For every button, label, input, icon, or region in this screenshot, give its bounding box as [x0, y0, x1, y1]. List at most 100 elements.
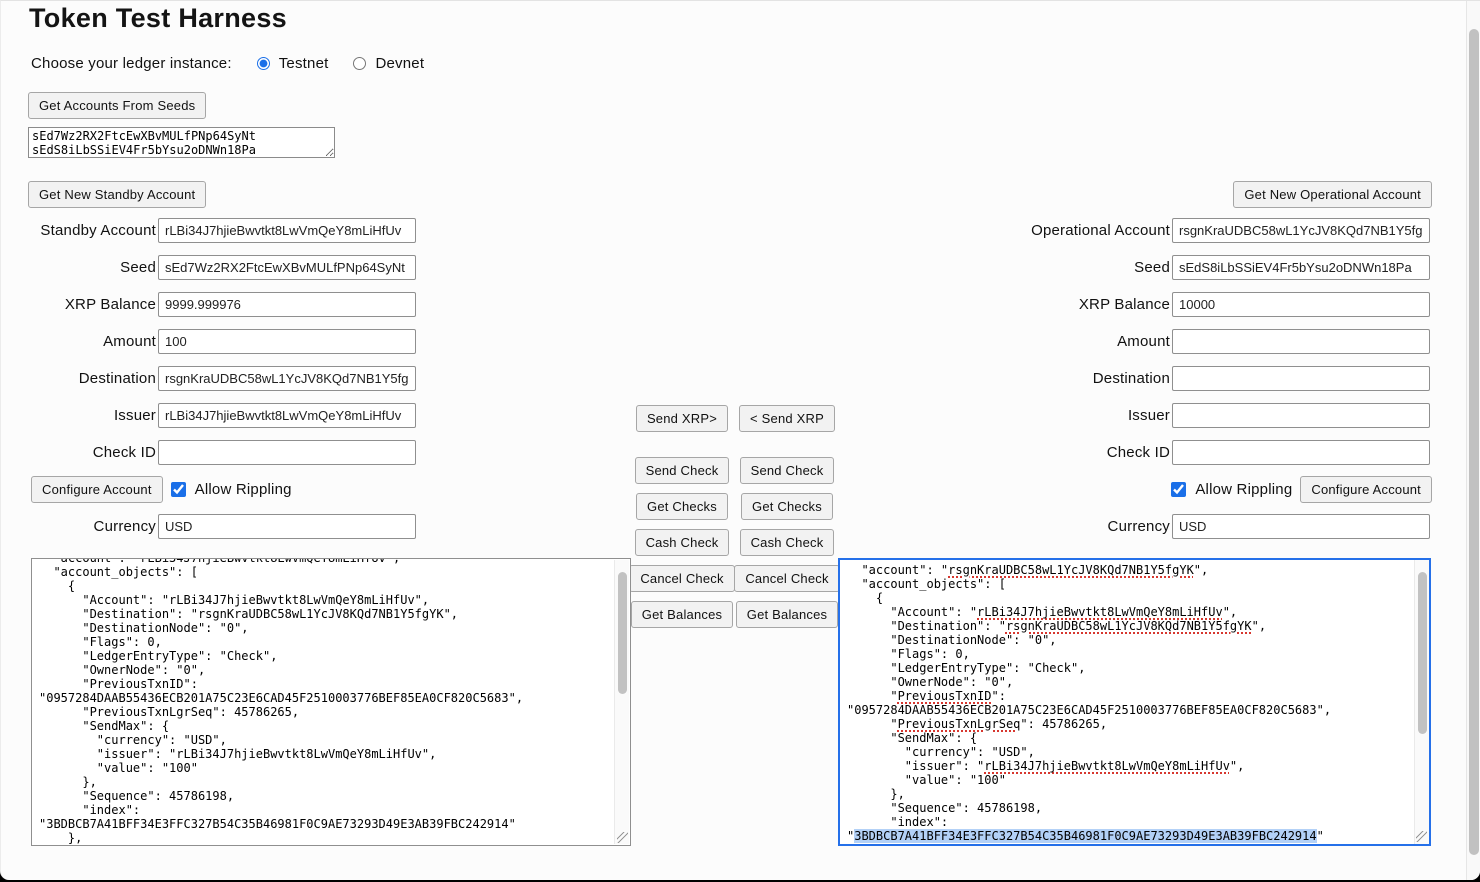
operational-column: Operational Account Seed XRP Balance Amo… — [938, 218, 1432, 551]
standby-result-textarea[interactable]: "account": "rLBi34J7hjieBwvtkt8LwVmQeY8m… — [31, 558, 631, 846]
standby-allow-rippling-checkbox[interactable] — [171, 482, 186, 497]
standby-result-scrollbar[interactable] — [614, 560, 629, 844]
operational-actions-column: < Send XRP Send Check Get Checks Cash Ch… — [737, 405, 837, 628]
standby-xrp-balance-input[interactable] — [158, 292, 416, 317]
operational-allow-rippling-label: Allow Rippling — [1195, 481, 1292, 498]
standby-check-id-label: Check ID — [28, 444, 158, 461]
standby-amount-input[interactable] — [158, 329, 416, 354]
ledger-devnet-label: Devnet — [375, 55, 424, 72]
operational-currency-row: Currency — [938, 514, 1432, 539]
operational-xrp-balance-label: XRP Balance — [938, 296, 1172, 313]
operational-result-textarea[interactable]: "account": "rsgnKraUDBC58wL1YcJV8KQd7NB1… — [838, 558, 1431, 846]
page-scrollbar-thumb[interactable] — [1469, 29, 1479, 855]
standby-currency-row: Currency — [28, 514, 418, 539]
standby-get-balances-button[interactable]: Get Balances — [631, 601, 733, 628]
operational-currency-label: Currency — [938, 518, 1172, 535]
resize-handle-icon[interactable] — [617, 832, 628, 843]
operational-seed-input[interactable] — [1172, 255, 1430, 280]
operational-check-id-row: Check ID — [938, 440, 1432, 465]
operational-amount-row: Amount — [938, 329, 1432, 354]
seeds-textarea[interactable]: sEd7Wz2RX2FtcEwXBvMULfPNp64SyNt sEdS8iLb… — [28, 127, 335, 158]
operational-allow-rippling-checkbox[interactable] — [1171, 482, 1186, 497]
operational-configure-account-button[interactable]: Configure Account — [1300, 476, 1432, 503]
operational-cancel-check-button[interactable]: Cancel Check — [734, 565, 839, 592]
operational-send-check-button[interactable]: Send Check — [740, 457, 835, 484]
operational-allow-rippling[interactable]: Allow Rippling — [1171, 481, 1292, 498]
standby-configure-account-button[interactable]: Configure Account — [31, 476, 163, 503]
operational-destination-row: Destination — [938, 366, 1432, 391]
operational-result-scrollbar-thumb[interactable] — [1418, 572, 1427, 734]
operational-check-id-input[interactable] — [1172, 440, 1430, 465]
operational-issuer-row: Issuer — [938, 403, 1432, 428]
operational-configure-row: Allow Rippling Configure Account — [938, 477, 1432, 502]
operational-get-checks-button[interactable]: Get Checks — [741, 493, 833, 520]
standby-xrp-balance-label: XRP Balance — [28, 296, 158, 313]
operational-currency-input[interactable] — [1172, 514, 1430, 539]
standby-configure-row: Configure Account Allow Rippling — [28, 477, 418, 502]
ledger-testnet-label: Testnet — [279, 55, 329, 72]
standby-get-checks-button[interactable]: Get Checks — [636, 493, 728, 520]
standby-issuer-input[interactable] — [158, 403, 416, 428]
standby-actions-column: Send XRP> Send Check Get Checks Cash Che… — [632, 405, 732, 628]
operational-check-id-label: Check ID — [938, 444, 1172, 461]
standby-send-xrp-button[interactable]: Send XRP> — [636, 405, 728, 432]
operational-xrp-balance-input[interactable] — [1172, 292, 1430, 317]
standby-currency-input[interactable] — [158, 514, 416, 539]
standby-allow-rippling-label: Allow Rippling — [195, 481, 292, 498]
standby-issuer-row: Issuer — [28, 403, 418, 428]
ledger-devnet-radio[interactable] — [353, 57, 366, 70]
standby-seed-input[interactable] — [158, 255, 416, 280]
page-title: Token Test Harness — [29, 3, 287, 34]
operational-seed-row: Seed — [938, 255, 1432, 280]
standby-amount-row: Amount — [28, 329, 418, 354]
get-accounts-from-seeds-button[interactable]: Get Accounts From Seeds — [28, 92, 206, 119]
ledger-option-testnet[interactable]: Testnet — [257, 55, 329, 72]
operational-destination-input[interactable] — [1172, 366, 1430, 391]
standby-account-label: Standby Account — [28, 222, 158, 239]
standby-account-input[interactable] — [158, 218, 416, 243]
resize-handle-icon[interactable] — [1416, 831, 1427, 842]
operational-account-label: Operational Account — [938, 222, 1172, 239]
operational-result-scrollbar[interactable] — [1414, 560, 1429, 844]
standby-xrp-balance-row: XRP Balance — [28, 292, 418, 317]
operational-get-balances-button[interactable]: Get Balances — [736, 601, 838, 628]
standby-send-check-button[interactable]: Send Check — [635, 457, 730, 484]
operational-xrp-balance-row: XRP Balance — [938, 292, 1432, 317]
standby-result-scrollbar-thumb[interactable] — [618, 572, 627, 694]
operational-cash-check-button[interactable]: Cash Check — [740, 529, 835, 556]
page-scrollbar[interactable] — [1466, 1, 1480, 880]
get-new-operational-account-button[interactable]: Get New Operational Account — [1233, 181, 1432, 208]
operational-account-input[interactable] — [1172, 218, 1430, 243]
ledger-option-devnet[interactable]: Devnet — [353, 55, 424, 72]
standby-seed-row: Seed — [28, 255, 418, 280]
standby-issuer-label: Issuer — [28, 407, 158, 424]
operational-send-xrp-button[interactable]: < Send XRP — [739, 405, 835, 432]
standby-allow-rippling[interactable]: Allow Rippling — [171, 481, 292, 498]
operational-result-json: "account": "rsgnKraUDBC58wL1YcJV8KQd7NB1… — [840, 563, 1413, 846]
standby-destination-row: Destination — [28, 366, 418, 391]
ledger-testnet-radio[interactable] — [257, 57, 270, 70]
standby-destination-input[interactable] — [158, 366, 416, 391]
standby-cancel-check-button[interactable]: Cancel Check — [629, 565, 734, 592]
operational-issuer-input[interactable] — [1172, 403, 1430, 428]
get-new-standby-account-button[interactable]: Get New Standby Account — [28, 181, 206, 208]
standby-account-row: Standby Account — [28, 218, 418, 243]
operational-destination-label: Destination — [938, 370, 1172, 387]
standby-column: Standby Account Seed XRP Balance Amount … — [28, 218, 418, 551]
standby-check-id-input[interactable] — [158, 440, 416, 465]
operational-amount-input[interactable] — [1172, 329, 1430, 354]
operational-account-row: Operational Account — [938, 218, 1432, 243]
ledger-instance-row: Choose your ledger instance: Testnet Dev… — [31, 53, 449, 73]
standby-currency-label: Currency — [28, 518, 158, 535]
standby-amount-label: Amount — [28, 333, 158, 350]
operational-amount-label: Amount — [938, 333, 1172, 350]
standby-result-json: "account": "rLBi34J7hjieBwvtkt8LwVmQeY8m… — [32, 558, 614, 845]
standby-cash-check-button[interactable]: Cash Check — [635, 529, 730, 556]
token-test-harness-page: Token Test Harness Choose your ledger in… — [0, 0, 1480, 880]
standby-check-id-row: Check ID — [28, 440, 418, 465]
standby-destination-label: Destination — [28, 370, 158, 387]
operational-issuer-label: Issuer — [938, 407, 1172, 424]
operational-seed-label: Seed — [938, 259, 1172, 276]
standby-seed-label: Seed — [28, 259, 158, 276]
ledger-instance-label: Choose your ledger instance: — [31, 55, 232, 72]
